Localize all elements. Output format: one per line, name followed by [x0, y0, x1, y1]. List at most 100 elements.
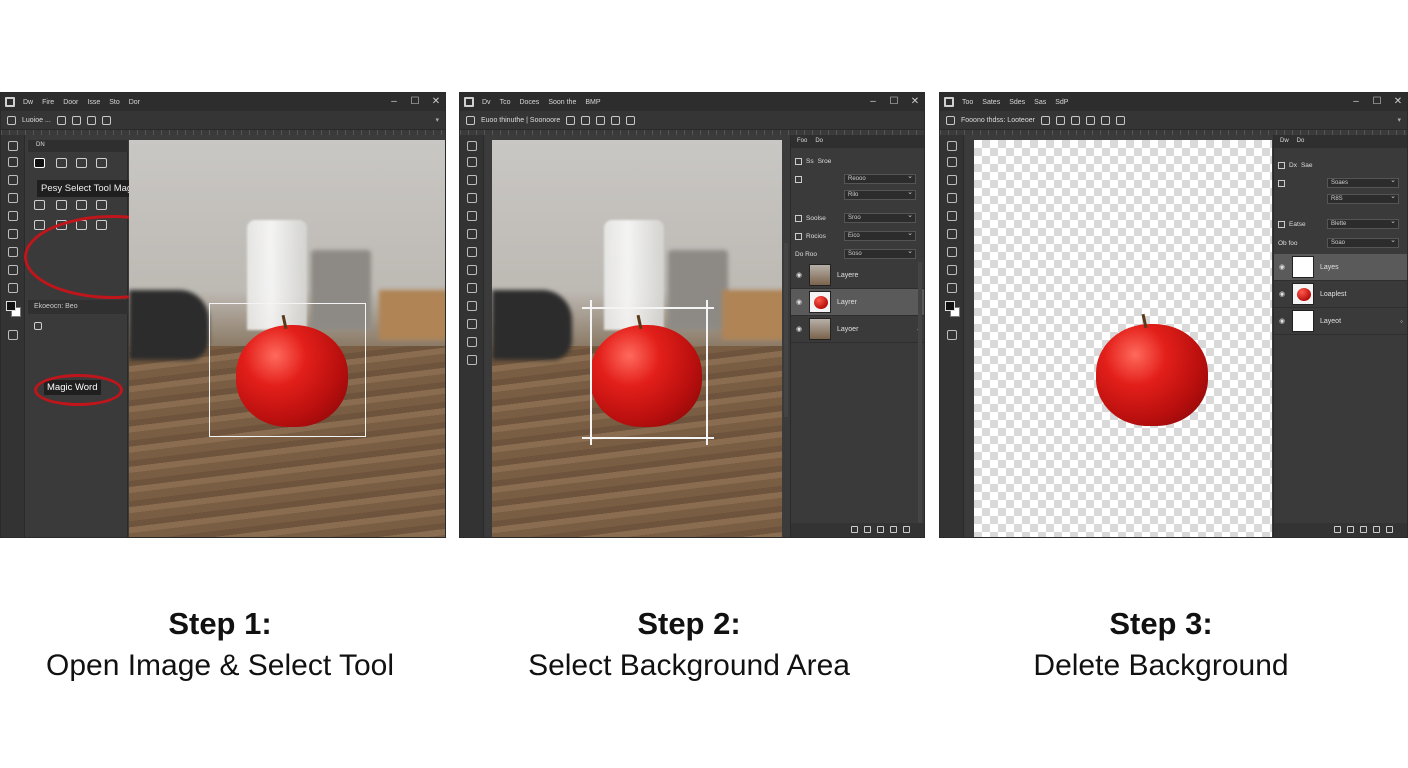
minimize-icon[interactable]: – [389, 97, 399, 107]
menu-item[interactable]: Dor [129, 99, 140, 106]
menu-item[interactable]: Dw [23, 99, 33, 106]
lasso-tool-icon[interactable] [8, 175, 18, 185]
checkbox[interactable] [795, 214, 802, 222]
crop-tool-icon[interactable] [947, 193, 957, 203]
menu-item[interactable]: BMP [585, 99, 600, 106]
scrollbar[interactable] [918, 262, 922, 523]
collapse-arrow-icon[interactable]: ▾ [435, 116, 439, 124]
maximize-icon[interactable]: ☐ [410, 97, 420, 107]
option-icon[interactable] [71, 115, 81, 125]
menu-item[interactable]: Door [63, 99, 78, 106]
pen-tool-icon[interactable] [56, 158, 67, 168]
text-tool-icon[interactable] [467, 301, 477, 311]
minimize-icon[interactable]: – [1351, 97, 1361, 107]
eraser-tool-icon[interactable] [8, 265, 18, 275]
eye-icon[interactable]: ◉ [795, 325, 803, 333]
image-canvas[interactable] [974, 140, 1272, 537]
layer-row[interactable]: ◉ Layoer ◦ [791, 316, 924, 343]
move-tool-icon[interactable] [8, 141, 18, 151]
zoom-tool-icon[interactable] [467, 355, 477, 365]
option-icon[interactable] [86, 115, 96, 125]
stamp-tool-icon[interactable] [8, 247, 18, 257]
menu-item[interactable]: Tco [500, 99, 511, 106]
delete-layer-icon[interactable] [903, 526, 910, 533]
layer-row[interactable]: ◉ Layrer [791, 289, 924, 316]
eyedropper-tool-icon[interactable] [947, 211, 957, 221]
rectangle-tool-icon[interactable] [76, 158, 87, 168]
frame-tool-icon[interactable] [34, 220, 45, 230]
menu-item[interactable]: Sto [109, 99, 120, 106]
eye-icon[interactable]: ◉ [1278, 263, 1286, 271]
option-icon[interactable] [101, 115, 111, 125]
fx-icon[interactable] [1347, 526, 1354, 533]
text-tool-icon[interactable] [8, 283, 18, 293]
property-dropdown[interactable]: Soaes [1327, 176, 1399, 188]
property-dropdown[interactable]: Soao [1327, 236, 1399, 248]
option-icon[interactable] [596, 115, 606, 125]
link-layers-icon[interactable] [1334, 526, 1341, 533]
menu-item[interactable]: Sas [1034, 99, 1046, 106]
property-dropdown[interactable]: Blette [1327, 217, 1399, 229]
eye-icon[interactable]: ◉ [1278, 290, 1286, 298]
new-layer-icon[interactable] [1373, 526, 1380, 533]
lasso-tool-icon[interactable] [947, 175, 957, 185]
image-canvas[interactable] [492, 140, 782, 537]
crop-tool-icon[interactable] [8, 193, 18, 203]
tool-preset-icon[interactable] [946, 115, 955, 125]
menu-item[interactable]: Too [962, 99, 973, 106]
property-dropdown[interactable]: Soso [844, 247, 916, 259]
minimize-icon[interactable]: – [868, 97, 878, 107]
menu-item[interactable]: Sdes [1009, 99, 1025, 106]
transform-tool-icon[interactable] [76, 200, 87, 210]
collapse-arrow-icon[interactable]: ▾ [1397, 116, 1401, 124]
option-icon[interactable] [611, 115, 621, 125]
move-tool-icon[interactable] [467, 141, 477, 151]
mask-icon[interactable] [877, 526, 884, 533]
shape-tool-icon[interactable] [96, 200, 107, 210]
property-dropdown[interactable]: Rilo [844, 188, 916, 200]
stamp-tool-icon[interactable] [467, 247, 477, 257]
layer-row[interactable]: ◉ Layere [791, 262, 924, 289]
scrollbar[interactable] [784, 243, 788, 417]
eyedropper-tool-icon[interactable] [467, 211, 477, 221]
shape-tool-icon[interactable] [467, 319, 477, 329]
lasso-tool-icon[interactable] [467, 175, 477, 185]
visibility-icon[interactable]: ◦ [1400, 317, 1403, 326]
menu-item[interactable]: Isse [87, 99, 100, 106]
checkbox[interactable] [1278, 220, 1285, 228]
selection-box[interactable] [209, 303, 366, 437]
checkbox[interactable] [795, 232, 802, 240]
eye-icon[interactable]: ◉ [1278, 317, 1286, 325]
brush-tool-icon[interactable] [34, 200, 45, 210]
foreground-color-swatch[interactable] [945, 301, 955, 311]
link-layers-icon[interactable] [851, 526, 858, 533]
marquee-tool-icon[interactable] [467, 157, 477, 167]
option-icon[interactable] [1085, 115, 1095, 125]
property-dropdown[interactable]: Sroo [844, 211, 916, 223]
brush-tool-icon[interactable] [947, 229, 957, 239]
close-icon[interactable]: ✕ [910, 97, 920, 107]
menu-item[interactable]: SdP [1055, 99, 1068, 106]
tool-preset-icon[interactable] [466, 115, 475, 125]
panel-tab[interactable]: DN [28, 140, 128, 152]
option-icon[interactable] [1040, 115, 1050, 125]
hand-tool-icon[interactable] [467, 337, 477, 347]
move-tool-icon[interactable] [947, 141, 957, 151]
option-icon[interactable] [56, 115, 66, 125]
marquee-tool-icon[interactable] [947, 157, 957, 167]
gradient-tool-icon[interactable] [467, 283, 477, 293]
option-icon[interactable] [1115, 115, 1125, 125]
option-icon[interactable] [1055, 115, 1065, 125]
foreground-color-swatch[interactable] [6, 301, 16, 311]
option-icon[interactable] [626, 115, 636, 125]
maximize-icon[interactable]: ☐ [889, 97, 899, 107]
layer-row[interactable]: ◉ Layes [1274, 254, 1407, 281]
mask-icon[interactable] [1360, 526, 1367, 533]
option-icon[interactable] [1100, 115, 1110, 125]
property-dropdown[interactable]: Eico [844, 229, 916, 241]
eraser-tool-icon[interactable] [947, 265, 957, 275]
image-canvas[interactable] [129, 140, 445, 537]
layer-row[interactable]: ◉ Layeot ◦ [1274, 308, 1407, 335]
brush-tool-icon[interactable] [467, 229, 477, 239]
eye-icon[interactable]: ◉ [795, 298, 803, 306]
